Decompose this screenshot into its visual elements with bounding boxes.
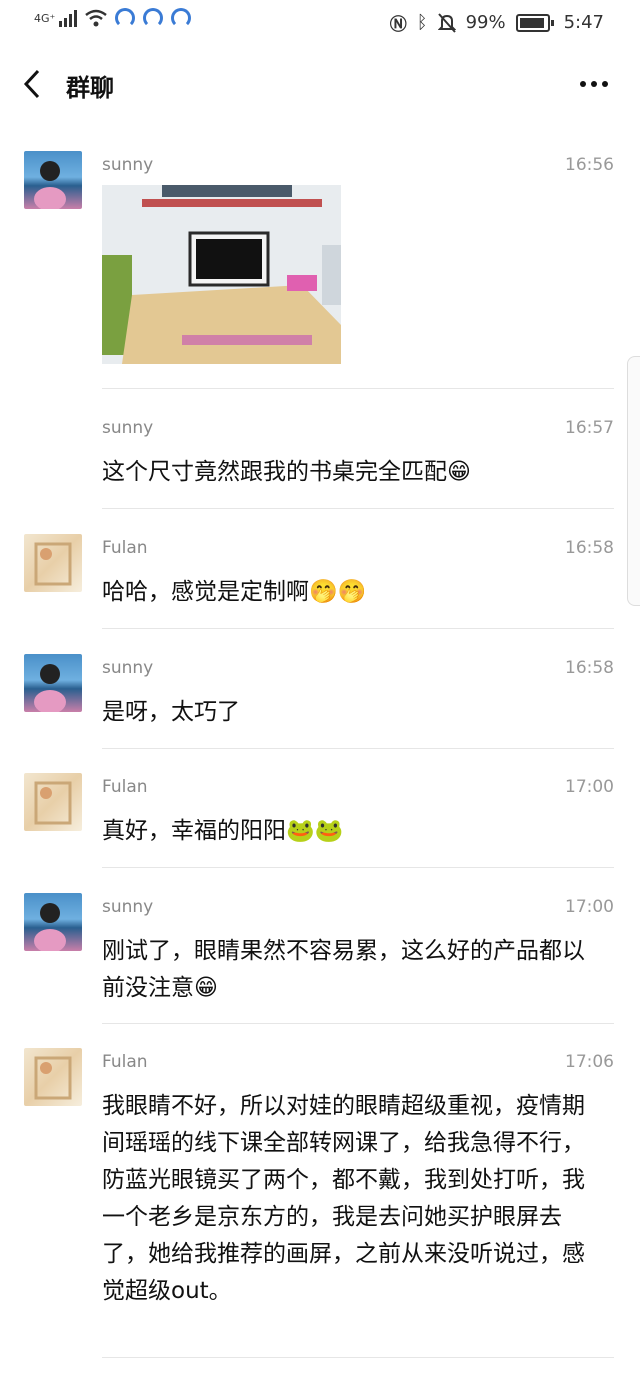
page-title: 群聊	[66, 74, 114, 102]
signal-icon	[59, 10, 78, 27]
message-item[interactable]: Fulan 17:00 真好，幸福的阳阳🐸🐸	[0, 773, 640, 867]
avatar[interactable]	[24, 893, 82, 951]
message-item[interactable]: sunny 16:58 是呀，太巧了	[0, 654, 640, 748]
avatar[interactable]	[24, 534, 82, 592]
message-time: 17:00	[565, 897, 614, 917]
sender-name: Fulan	[102, 777, 148, 797]
sender-name: Fulan	[102, 1052, 148, 1072]
avatar[interactable]	[24, 773, 82, 831]
message-time: 16:56	[565, 155, 614, 175]
sender-name: sunny	[102, 658, 154, 678]
divider	[102, 867, 614, 868]
battery-percent: 99%	[465, 12, 506, 33]
network-indicator: 4G⁺	[34, 11, 56, 25]
message-text: 哈哈，感觉是定制啊🤭🤭	[102, 579, 367, 605]
divider	[102, 1357, 614, 1358]
chevron-left-icon[interactable]	[22, 68, 42, 100]
message-item[interactable]: Fulan 16:58 哈哈，感觉是定制啊🤭🤭	[0, 534, 640, 628]
bluetooth-icon: ᛒ	[416, 12, 428, 33]
message-item[interactable]: Fulan 17:06 我眼睛不好，所以对娃的眼睛超级重视，疫情期间瑶瑶的线下课…	[0, 1048, 640, 1352]
divider	[102, 388, 614, 389]
message-time: 16:58	[565, 658, 614, 678]
app-notification-icon	[143, 8, 164, 28]
message-time: 17:00	[565, 777, 614, 797]
status-bar: 4G⁺ Ⓝ ᛒ 99% 5:47	[0, 0, 640, 44]
message-text: 我眼睛不好，所以对娃的眼睛超级重视，疫情期间瑶瑶的线下课全部转网课了，给我急得不…	[102, 1093, 585, 1304]
sender-name: sunny	[102, 418, 154, 438]
status-right: Ⓝ ᛒ 99% 5:47	[390, 10, 604, 35]
message-time: 16:58	[565, 538, 614, 558]
nfc-icon: Ⓝ	[389, 15, 407, 35]
clock: 5:47	[563, 12, 604, 33]
avatar[interactable]	[24, 654, 82, 712]
message-item[interactable]: sunny 16:57 这个尺寸竟然跟我的书桌完全匹配😁	[0, 418, 640, 508]
status-left: 4G⁺	[34, 8, 192, 28]
message-text: 真好，幸福的阳阳🐸🐸	[102, 818, 344, 844]
sender-name: sunny	[102, 155, 154, 175]
avatar[interactable]	[24, 151, 82, 209]
shared-photo[interactable]	[102, 185, 341, 364]
message-text: 刚试了，眼睛果然不容易累，这么好的产品都以前没注意😁	[102, 938, 585, 1001]
mute-bell-icon	[437, 12, 456, 33]
battery-icon	[515, 13, 554, 32]
message-text: 这个尺寸竟然跟我的书桌完全匹配😁	[102, 459, 471, 485]
divider	[102, 748, 614, 749]
wifi-icon	[85, 9, 108, 27]
message-text: 是呀，太巧了	[102, 699, 240, 725]
app-notification-icon	[171, 8, 192, 28]
message-item[interactable]: sunny 17:00 刚试了，眼睛果然不容易累，这么好的产品都以前没注意😁	[0, 893, 640, 1022]
message-time: 16:57	[565, 418, 614, 438]
chat-header: 群聊	[0, 54, 640, 114]
app-notification-icon	[115, 8, 136, 28]
divider	[102, 508, 614, 509]
divider	[102, 1023, 614, 1024]
more-horizontal-icon[interactable]	[578, 64, 610, 104]
message-time: 17:06	[565, 1052, 614, 1072]
sender-name: sunny	[102, 897, 154, 917]
avatar[interactable]	[24, 1048, 82, 1106]
divider	[102, 628, 614, 629]
sender-name: Fulan	[102, 538, 148, 558]
